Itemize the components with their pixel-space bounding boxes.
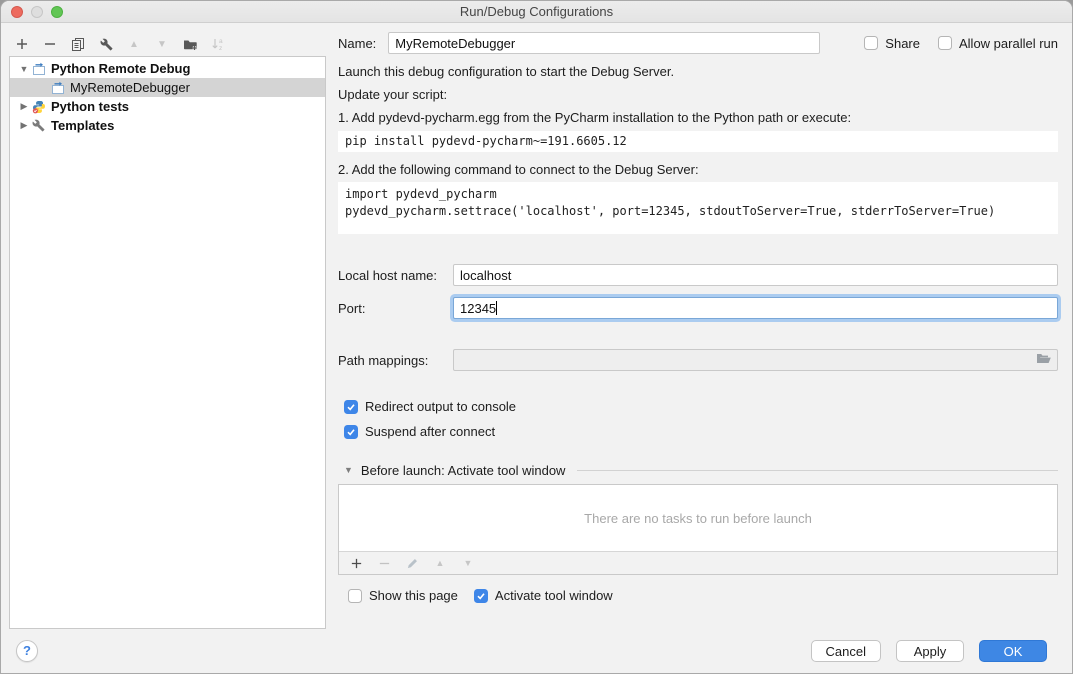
step-1-text: 1. Add pydevd-pycharm.egg from the PyCha… bbox=[338, 109, 1058, 127]
description-line-1: Launch this debug configuration to start… bbox=[338, 63, 1058, 81]
tree-item-label: MyRemoteDebugger bbox=[70, 80, 190, 95]
add-configuration-icon[interactable] bbox=[14, 36, 30, 52]
name-label: Name: bbox=[338, 36, 376, 51]
configurations-tree: ▼ Python Remote Debug MyRemoteDebugger bbox=[9, 56, 326, 629]
ok-button[interactable]: OK bbox=[979, 640, 1047, 662]
allow-parallel-run-checkbox[interactable]: Allow parallel run bbox=[938, 36, 1058, 51]
templates-wrench-icon bbox=[32, 119, 46, 133]
remove-configuration-icon[interactable] bbox=[42, 36, 58, 52]
copy-configuration-icon[interactable] bbox=[70, 36, 86, 52]
collapse-arrow-icon[interactable]: ▶ bbox=[16, 101, 32, 112]
port-label: Port: bbox=[338, 301, 453, 316]
redirect-output-checkbox[interactable]: Redirect output to console bbox=[338, 399, 1058, 414]
tree-item-label: Python tests bbox=[51, 99, 129, 114]
activate-tool-window-checkbox[interactable]: Activate tool window bbox=[474, 588, 613, 603]
checkbox-box[interactable] bbox=[344, 400, 358, 414]
collapse-section-icon[interactable]: ▼ bbox=[344, 465, 353, 475]
new-folder-icon[interactable] bbox=[182, 36, 198, 52]
tree-item-python-remote-debug[interactable]: ▼ Python Remote Debug bbox=[10, 59, 325, 78]
before-launch-tasks-box: There are no tasks to run before launch … bbox=[338, 484, 1058, 575]
port-input[interactable] bbox=[453, 297, 1058, 319]
help-button[interactable]: ? bbox=[16, 640, 38, 662]
path-mappings-row: Path mappings: bbox=[338, 349, 1058, 371]
settrace-code-snippet: import pydevd_pycharm pydevd_pycharm.set… bbox=[338, 182, 1058, 234]
tree-item-label: Templates bbox=[51, 118, 114, 133]
add-task-icon[interactable] bbox=[348, 555, 364, 571]
sort-alphabetically-icon: a z bbox=[210, 36, 226, 52]
suspend-after-connect-checkbox[interactable]: Suspend after connect bbox=[338, 424, 1058, 439]
apply-button[interactable]: Apply bbox=[896, 640, 964, 662]
port-row: Port: bbox=[338, 297, 1058, 319]
local-host-row: Local host name: bbox=[338, 264, 1058, 286]
move-task-down-icon: ▼ bbox=[460, 555, 476, 571]
share-label: Share bbox=[885, 36, 920, 51]
remote-debug-icon bbox=[51, 81, 65, 95]
window-title: Run/Debug Configurations bbox=[1, 4, 1072, 19]
page-options-row: Show this page Activate tool window bbox=[338, 588, 1058, 603]
tasks-toolbar: ▲ ▼ bbox=[339, 551, 1057, 574]
svg-text:a: a bbox=[219, 38, 223, 45]
remote-debug-icon bbox=[32, 62, 46, 76]
dialog-buttons: Cancel Apply OK bbox=[811, 640, 1047, 662]
description-line-2: Update your script: bbox=[338, 86, 1058, 104]
titlebar[interactable]: Run/Debug Configurations bbox=[1, 1, 1072, 23]
collapse-arrow-icon[interactable]: ▶ bbox=[16, 120, 32, 131]
configurations-toolbar: ▲ ▼ a z bbox=[14, 34, 226, 54]
tree-item-templates[interactable]: ▶ Templates bbox=[10, 116, 325, 135]
allow-parallel-run-label: Allow parallel run bbox=[959, 36, 1058, 51]
tree-item-myremotedebugger[interactable]: MyRemoteDebugger bbox=[10, 78, 325, 97]
move-down-icon: ▼ bbox=[154, 36, 170, 52]
step-2-text: 2. Add the following command to connect … bbox=[338, 161, 1058, 179]
name-input[interactable] bbox=[388, 32, 820, 54]
redirect-output-label: Redirect output to console bbox=[365, 399, 516, 414]
show-this-page-label: Show this page bbox=[369, 588, 458, 603]
edit-defaults-wrench-icon[interactable] bbox=[98, 36, 114, 52]
expand-arrow-icon[interactable]: ▼ bbox=[16, 64, 32, 74]
local-host-name-label: Local host name: bbox=[338, 268, 453, 283]
remove-task-icon bbox=[376, 555, 392, 571]
checkbox-box[interactable] bbox=[938, 36, 952, 50]
before-launch-title: Before launch: Activate tool window bbox=[361, 463, 566, 478]
path-mappings-input[interactable] bbox=[453, 349, 1058, 371]
checkbox-box[interactable] bbox=[864, 36, 878, 50]
code-line: import pydevd_pycharm bbox=[345, 186, 1051, 203]
checkbox-box[interactable] bbox=[474, 589, 488, 603]
local-host-name-input[interactable] bbox=[453, 264, 1058, 286]
cancel-button[interactable]: Cancel bbox=[811, 640, 881, 662]
code-line: pydevd_pycharm.settrace('localhost', por… bbox=[345, 203, 1051, 220]
empty-tasks-message: There are no tasks to run before launch bbox=[339, 485, 1057, 551]
suspend-after-connect-label: Suspend after connect bbox=[365, 424, 495, 439]
activate-tool-window-label: Activate tool window bbox=[495, 588, 613, 603]
path-mappings-label: Path mappings: bbox=[338, 353, 453, 368]
tree-item-label: Python Remote Debug bbox=[51, 61, 190, 76]
name-row: Name: Share Allow parallel run bbox=[338, 32, 1058, 54]
checkbox-box[interactable] bbox=[344, 425, 358, 439]
move-task-up-icon: ▲ bbox=[432, 555, 448, 571]
svg-text:z: z bbox=[219, 45, 222, 51]
section-divider bbox=[577, 470, 1058, 471]
edit-task-pencil-icon bbox=[404, 555, 420, 571]
checkbox-box[interactable] bbox=[348, 589, 362, 603]
open-folder-icon[interactable] bbox=[1036, 352, 1052, 368]
before-launch-section-header[interactable]: ▼ Before launch: Activate tool window bbox=[338, 461, 1058, 479]
show-this-page-checkbox[interactable]: Show this page bbox=[348, 588, 458, 603]
configuration-editor: Name: Share Allow parallel run Launch th… bbox=[338, 32, 1058, 603]
text-caret bbox=[496, 301, 497, 315]
share-checkbox[interactable]: Share bbox=[864, 36, 920, 51]
tree-item-python-tests[interactable]: ▶ Python tests bbox=[10, 97, 325, 116]
pip-install-code-snippet: pip install pydevd-pycharm~=191.6605.12 bbox=[338, 131, 1058, 152]
move-up-icon: ▲ bbox=[126, 36, 142, 52]
run-debug-configurations-dialog: Run/Debug Configurations ▲ ▼ bbox=[0, 0, 1073, 674]
python-tests-icon bbox=[32, 100, 46, 114]
